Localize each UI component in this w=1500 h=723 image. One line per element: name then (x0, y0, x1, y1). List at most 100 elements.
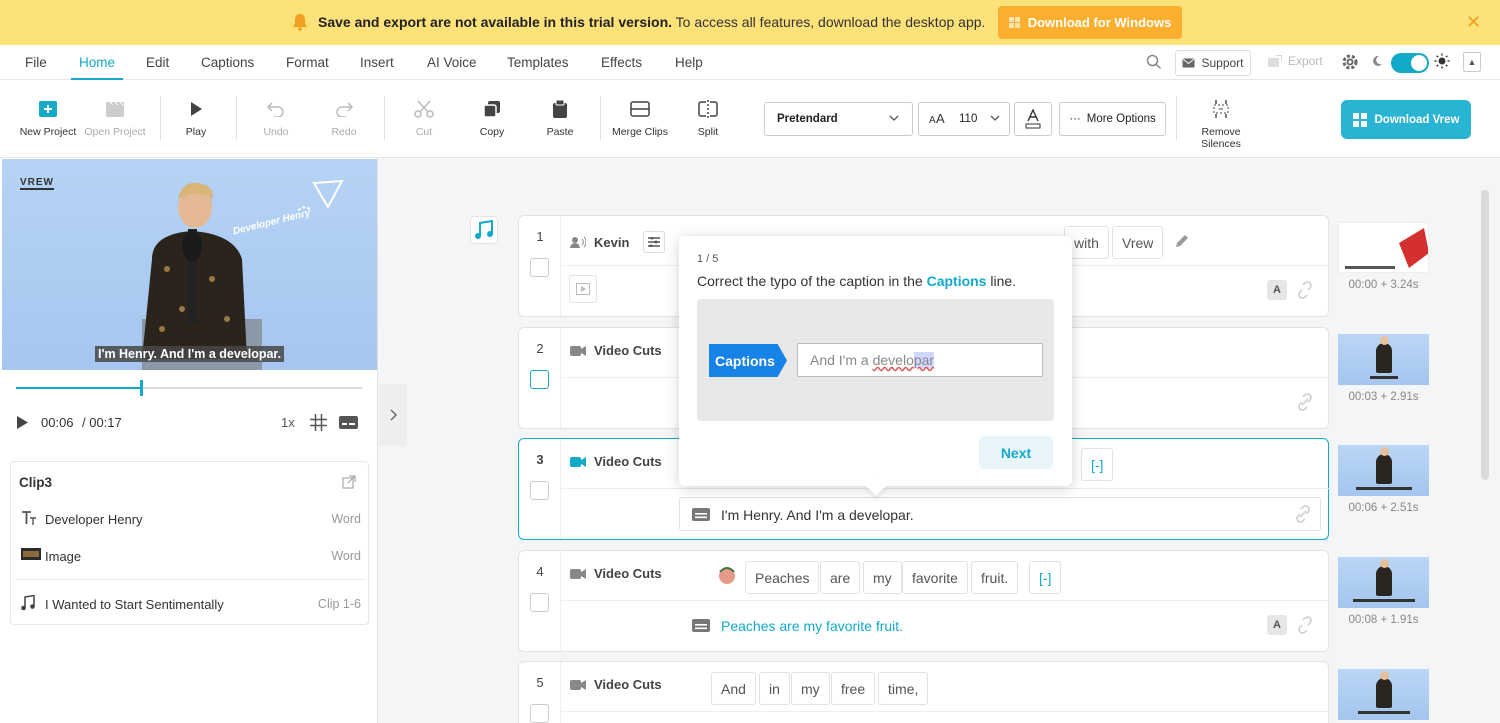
clip-item-music[interactable]: I Wanted to Start Sentimentally Clip 1-6 (19, 595, 361, 615)
caption-text[interactable]: Peaches are my favorite fruit. (721, 618, 903, 634)
font-family-select[interactable]: Pretendard (764, 102, 913, 136)
video-preview[interactable]: VREW Developer Henry I'm Henry. And I'm … (2, 159, 377, 370)
font-color-button[interactable] (1014, 102, 1052, 136)
paste-button[interactable]: Paste (525, 98, 595, 138)
merge-clips-button[interactable]: Merge Clips (605, 98, 675, 138)
close-icon[interactable]: ✕ (1466, 12, 1481, 33)
speaker-label[interactable]: Video Cuts (570, 566, 662, 581)
word-chip[interactable]: favorite (902, 561, 968, 594)
play-button[interactable]: Play (161, 98, 231, 138)
support-button[interactable]: Support (1175, 50, 1251, 76)
clip-row[interactable]: 4 Video Cuts Peaches are my favorite fru… (518, 550, 1329, 652)
speaker-label[interactable]: Video Cuts (570, 454, 662, 469)
word-chip[interactable]: are (820, 561, 861, 594)
external-link-icon[interactable] (342, 475, 356, 489)
cut-button[interactable]: Cut (389, 98, 459, 138)
unlink-icon[interactable] (1296, 616, 1314, 634)
clipboard-icon (553, 100, 567, 118)
thumbnail-subtitle (1356, 487, 1412, 490)
tutorial-step-counter: 1 / 5 (697, 253, 719, 265)
subtitle-icon[interactable] (339, 416, 358, 429)
chevron-down-icon (990, 115, 1000, 121)
menu-effects[interactable]: Effects (601, 55, 642, 70)
silence-chip[interactable]: [-] (1029, 561, 1062, 594)
word-chip[interactable]: And (711, 672, 756, 705)
panel-collapse-button[interactable] (379, 384, 407, 446)
theme-toggle[interactable] (1391, 53, 1429, 73)
copy-button[interactable]: Copy (457, 98, 527, 138)
menu-file[interactable]: File (25, 55, 47, 70)
caption-line[interactable]: I'm Henry. And I'm a developar. (679, 497, 1321, 531)
export-button[interactable]: Export (1268, 54, 1323, 68)
silence-chip[interactable]: [-] (1081, 448, 1114, 481)
mail-icon (1182, 58, 1195, 68)
speaker-menu-icon[interactable] (643, 231, 666, 253)
caption-style-badge[interactable]: A (1267, 615, 1287, 635)
menu-edit[interactable]: Edit (146, 55, 169, 70)
search-icon[interactable] (1146, 54, 1162, 70)
clip-thumbnail[interactable] (1338, 445, 1429, 496)
scrollbar-thumb[interactable] (1481, 190, 1489, 480)
split-button[interactable]: Split (673, 98, 743, 138)
seek-handle[interactable] (139, 380, 143, 396)
more-options-button[interactable]: ··· More Options (1059, 102, 1166, 136)
cut-label: Cut (415, 126, 433, 138)
clip-thumbnail[interactable] (1338, 557, 1429, 608)
word-chip[interactable]: in (759, 672, 790, 705)
clip-checkbox[interactable] (530, 370, 549, 389)
word-chip[interactable]: time, (878, 672, 929, 705)
caption-style-badge[interactable]: A (1267, 280, 1287, 300)
menu-ai-voice[interactable]: AI Voice (427, 55, 477, 70)
download-vrew-button[interactable]: Download Vrew (1341, 100, 1471, 139)
word-chip[interactable]: my (791, 672, 830, 705)
clip-checkbox[interactable] (530, 704, 549, 723)
gear-icon[interactable] (1341, 53, 1359, 71)
word-chip[interactable]: Peaches (745, 561, 820, 594)
clip-checkbox[interactable] (530, 593, 549, 612)
redo-button[interactable]: Redo (309, 98, 379, 138)
menu-help[interactable]: Help (675, 55, 703, 70)
grid-icon[interactable] (310, 414, 327, 431)
new-project-button[interactable]: New Project (13, 98, 83, 138)
link-icon[interactable] (1296, 393, 1314, 411)
playback-speed[interactable]: 1x (281, 415, 295, 430)
caption-text[interactable]: I'm Henry. And I'm a developar. (721, 507, 914, 523)
clip-checkbox[interactable] (530, 481, 549, 500)
play-icon[interactable] (16, 415, 29, 430)
seek-bar[interactable] (16, 380, 362, 396)
download-windows-button[interactable]: Download for Windows (998, 6, 1182, 39)
clip-thumbnail[interactable] (1338, 334, 1429, 385)
font-size-select[interactable]: AA 110 (918, 102, 1010, 136)
menu-templates[interactable]: Templates (507, 55, 569, 70)
menu-home[interactable]: Home (79, 55, 115, 70)
word-chip[interactable]: Vrew (1112, 226, 1164, 259)
next-button[interactable]: Next (979, 436, 1053, 469)
unlink-icon[interactable] (1296, 281, 1314, 299)
speaker-label[interactable]: Kevin (570, 231, 666, 253)
clip-item-image[interactable]: Image Word (19, 547, 361, 567)
menu-insert[interactable]: Insert (360, 55, 394, 70)
word-chip[interactable]: my (863, 561, 902, 594)
undo-button[interactable]: Undo (241, 98, 311, 138)
menu-captions[interactable]: Captions (201, 55, 254, 70)
clip-row[interactable]: 5 Video Cuts And in my free time, (518, 661, 1329, 723)
clip-thumbnail[interactable] (1338, 669, 1429, 720)
clip-thumbnail[interactable] (1338, 222, 1429, 273)
menu-format[interactable]: Format (286, 55, 329, 70)
clip-item-label: Image (45, 549, 82, 564)
remove-silences-button[interactable]: Remove Silences (1186, 98, 1256, 150)
link-icon[interactable] (1294, 505, 1312, 523)
pencil-icon[interactable] (1174, 233, 1190, 249)
video-placeholder-icon[interactable] (569, 275, 597, 303)
word-chip[interactable]: fruit. (971, 561, 1019, 594)
word-chip[interactable]: free (831, 672, 876, 705)
music-track-button[interactable] (470, 216, 498, 244)
clip-checkbox[interactable] (530, 258, 549, 277)
thumbnail-time: 00:00 + 3.24s (1348, 279, 1419, 291)
speaker-label[interactable]: Video Cuts (570, 343, 662, 358)
download-vrew-label: Download Vrew (1374, 113, 1460, 126)
speaker-label[interactable]: Video Cuts (570, 677, 662, 692)
collapse-toolbar-button[interactable]: ▲ (1463, 52, 1481, 72)
open-project-button[interactable]: Open Project (80, 98, 150, 138)
clip-item-text[interactable]: Developer Henry Word (19, 510, 361, 530)
